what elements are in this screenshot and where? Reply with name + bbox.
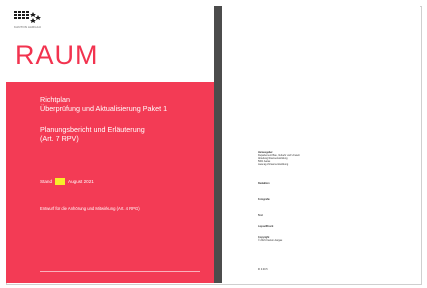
imprint-editor: Redaktion <box>258 182 270 185</box>
status-highlight-mark <box>55 178 66 185</box>
imprint-text: Text <box>258 214 263 217</box>
cover-title: RAUM <box>15 40 99 70</box>
status-label: Stand <box>40 178 53 184</box>
canton-logo-icon <box>14 11 41 23</box>
imprint-footer-code: IK 0.00.5 <box>258 268 268 271</box>
imprint-photos: Fotografie <box>258 198 270 201</box>
subtitle-line: Überprüfung und Aktualisierung Paket 1 <box>40 104 168 113</box>
imprint-copyright: Copyright © 2021 Kanton Aargau <box>258 236 282 242</box>
imprint-heading: Redaktion <box>258 182 270 185</box>
page-spine <box>214 6 222 283</box>
imprint-line: © 2021 Kanton Aargau <box>258 239 283 242</box>
imprint-heading: Text <box>258 214 263 217</box>
imprint-layout: Layout/Druck <box>258 225 273 228</box>
cover-footer-rule <box>40 271 200 272</box>
imprint-heading: Fotografie <box>258 198 270 201</box>
report-line: (Art. 7 RPV) <box>40 134 79 143</box>
cover-status: Stand August 2021 <box>40 178 94 185</box>
report-line: Planungsbericht und Erläuterung <box>40 125 145 134</box>
imprint-line: www.ag.ch/raumentwicklung <box>258 163 289 166</box>
subtitle-line: Richtplan <box>40 95 70 104</box>
cover-draft-note: Entwurf für die Anhörung und Mitwirkung … <box>40 206 140 211</box>
logo-caption: KANTON AARGAU <box>14 25 42 29</box>
imprint-heading: Layout/Druck <box>258 225 274 228</box>
cover-report-title: Planungsbericht und Erläuterung (Art. 7 … <box>40 125 205 143</box>
cover-subtitle: Richtplan Überprüfung und Aktualisierung… <box>40 95 205 113</box>
imprint-page <box>222 6 420 283</box>
status-date: August 2021 <box>68 178 94 184</box>
imprint-publisher: Herausgeber Departement Bau, Verkehr und… <box>258 151 300 166</box>
